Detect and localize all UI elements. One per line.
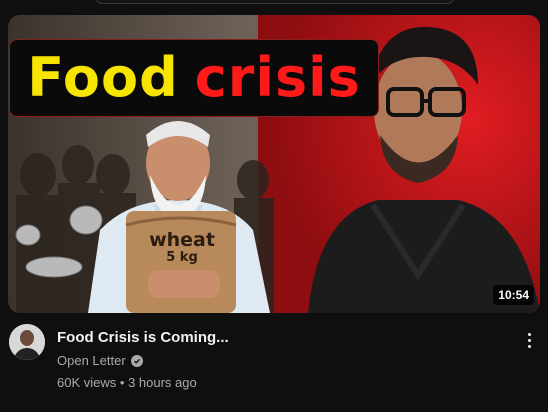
- channel-avatar[interactable]: [9, 324, 45, 360]
- duration-badge: 10:54: [493, 285, 534, 305]
- headline-word-food: Food: [27, 46, 179, 109]
- verified-check-icon: [130, 354, 143, 367]
- thumbnail-headline: Food crisis: [9, 39, 379, 117]
- sack-weight: 5 kg: [166, 250, 198, 265]
- sack-label: wheat: [149, 229, 215, 251]
- more-vert-icon[interactable]: [519, 330, 539, 350]
- search-bar-edge: [96, 0, 454, 4]
- video-details: Food Crisis is Coming... Open Letter 60K…: [0, 313, 548, 412]
- channel-row: Open Letter: [57, 353, 143, 368]
- video-title[interactable]: Food Crisis is Coming...: [57, 329, 229, 346]
- stats-separator: •: [119, 375, 125, 390]
- channel-name[interactable]: Open Letter: [57, 353, 126, 368]
- video-thumbnail[interactable]: Food crisis wheat 5 kg 10:54: [8, 15, 540, 313]
- view-count: 60K views: [57, 375, 117, 390]
- headline-word-crisis: crisis: [194, 46, 361, 109]
- video-stats: 60K views • 3 hours ago: [57, 375, 197, 390]
- upload-age: 3 hours ago: [128, 375, 197, 390]
